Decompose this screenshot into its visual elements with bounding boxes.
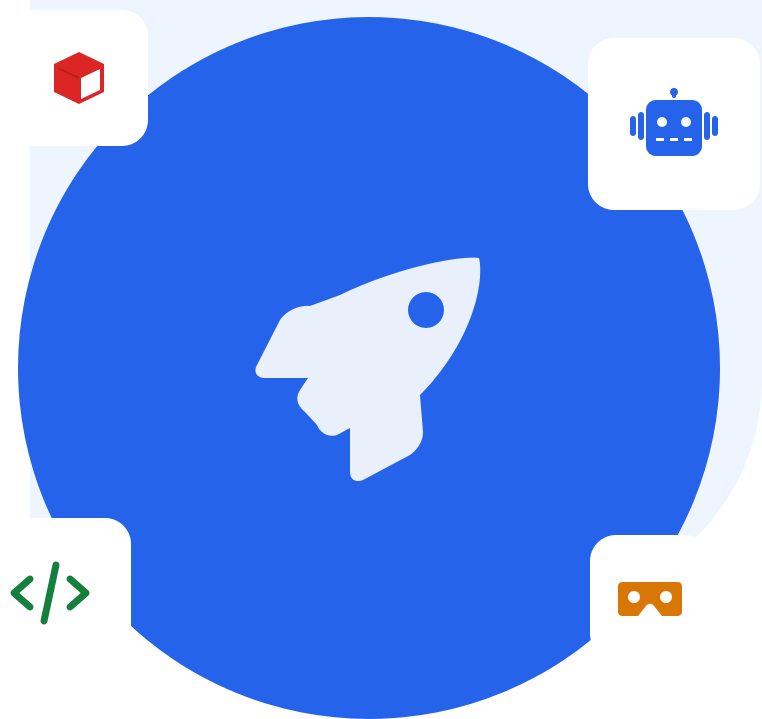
hero-illustration — [0, 0, 762, 719]
vr-card — [590, 535, 710, 660]
robot-icon — [630, 88, 718, 156]
cube-icon — [54, 52, 104, 104]
code-card — [0, 518, 131, 668]
code-icon — [10, 561, 90, 625]
vr-headset-icon — [618, 581, 682, 616]
rocket-icon — [255, 257, 481, 482]
robot-card — [588, 38, 760, 210]
cube-card — [10, 10, 148, 146]
